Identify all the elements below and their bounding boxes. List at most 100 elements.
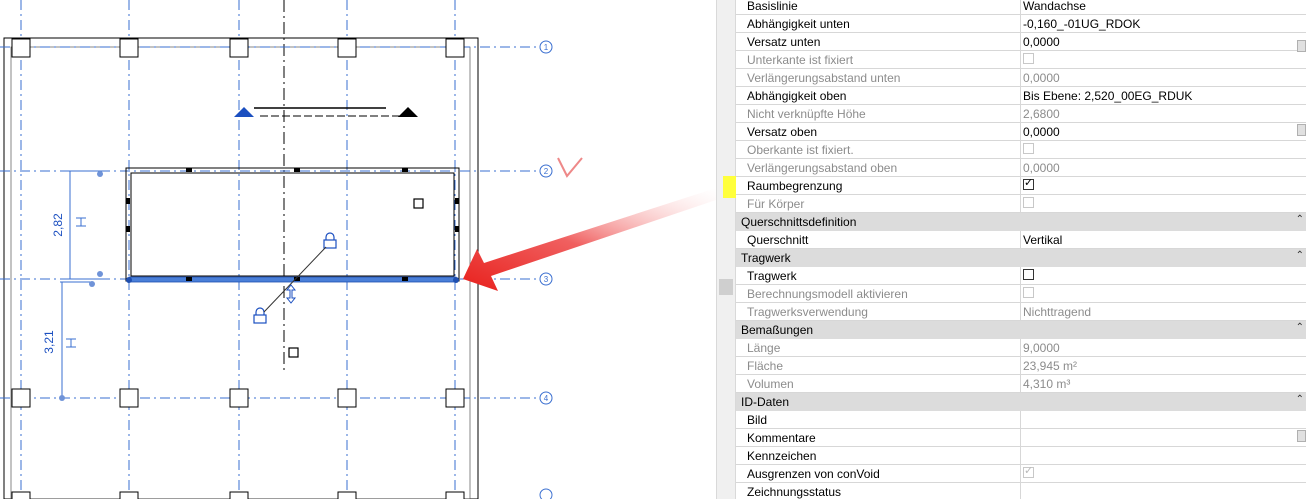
lock-icon[interactable] [253, 307, 267, 324]
property-value-text: 9,0000 [1023, 341, 1060, 355]
property-value[interactable] [1020, 447, 1296, 464]
collapse-chevron-icon[interactable]: ⌃ [1296, 394, 1304, 405]
property-label: Abhängigkeit oben [747, 89, 847, 103]
property-value: Nichttragend [1020, 303, 1296, 320]
property-row[interactable]: Abhängigkeit oben Bis Ebene: 2,520_00EG_R… [736, 87, 1306, 105]
grid-bubble-1[interactable]: 1 [539, 40, 553, 54]
floor-plan-view[interactable]: 1 2 3 4 2,82 3,21 [0, 0, 716, 504]
property-row[interactable]: Länge 9,0000 [736, 339, 1306, 357]
property-checkbox [1023, 197, 1034, 208]
property-value: 23,945 m² [1020, 357, 1296, 374]
panel-splitter[interactable] [716, 0, 736, 499]
group-label: Bemaßungen [741, 323, 814, 337]
collapse-chevron-icon[interactable]: ⌃ [1296, 322, 1304, 333]
value-browse-button[interactable] [1297, 430, 1306, 442]
property-row[interactable]: Kommentare [736, 429, 1306, 447]
property-checkbox [1023, 143, 1034, 154]
group-label: ID-Daten [741, 395, 790, 409]
property-value-text: 0,0000 [1023, 71, 1060, 85]
dimension-text-2[interactable]: 3,21 [42, 330, 56, 354]
property-row[interactable]: Tragwerksverwendung Nichttragend [736, 303, 1306, 321]
property-row[interactable]: Verlängerungsabstand oben 0,0000 [736, 159, 1306, 177]
property-value[interactable] [1020, 267, 1296, 284]
property-checkbox[interactable] [1023, 269, 1034, 280]
property-value-text: 2,6800 [1023, 107, 1060, 121]
property-row[interactable]: Zeichnungsstatus [736, 483, 1306, 499]
property-value[interactable]: Wandachse [1020, 0, 1296, 14]
property-value: 0,0000 [1020, 159, 1296, 176]
property-row[interactable]: Volumen 4,310 m³ [736, 375, 1306, 393]
wall-outline-inner [130, 172, 455, 277]
property-label: Kennzeichen [747, 449, 817, 463]
grid-bubble-3[interactable]: 3 [539, 272, 553, 286]
property-row[interactable]: Nicht verknüpfte Höhe 2,6800 [736, 105, 1306, 123]
property-value[interactable] [1020, 411, 1296, 428]
property-row[interactable]: Abhängigkeit unten -0,160_-01UG_RDOK [736, 15, 1306, 33]
property-value-text: Bis Ebene: 2,520_00EG_RDUK [1023, 89, 1193, 103]
property-label: Oberkante ist fixiert. [747, 143, 854, 157]
property-value[interactable]: 0,0000 [1020, 33, 1296, 50]
property-label: Tragwerksverwendung [747, 305, 868, 319]
property-row[interactable]: Für Körper [736, 195, 1306, 213]
svg-text:3: 3 [544, 275, 549, 284]
collapse-chevron-icon[interactable]: ⌃ [1296, 214, 1304, 225]
property-group-header[interactable]: Querschnittsdefinition ⌃ [736, 213, 1306, 231]
property-value-text: Wandachse [1023, 0, 1086, 13]
property-group-header[interactable]: Tragwerk ⌃ [736, 249, 1306, 267]
property-label: Abhängigkeit unten [747, 17, 850, 31]
property-row[interactable]: Oberkante ist fixiert. [736, 141, 1306, 159]
property-row[interactable]: Versatz unten 0,0000 [736, 33, 1306, 51]
property-row[interactable]: Querschnitt Vertikal [736, 231, 1306, 249]
lock-icon[interactable] [323, 232, 337, 249]
dimension-grips[interactable] [59, 171, 103, 401]
property-value[interactable] [1020, 429, 1296, 446]
property-row[interactable]: Versatz oben 0,0000 [736, 123, 1306, 141]
property-label: Bild [747, 413, 768, 427]
room-tag-marker[interactable] [413, 198, 424, 209]
value-browse-button[interactable] [1297, 124, 1306, 136]
svg-text:2: 2 [544, 167, 549, 176]
property-row[interactable]: Bild [736, 411, 1306, 429]
property-value[interactable]: -0,160_-01UG_RDOK [1020, 15, 1296, 32]
property-value[interactable] [1020, 483, 1296, 499]
property-label: Für Körper [747, 197, 805, 211]
grid-bubble-4[interactable]: 4 [539, 391, 553, 405]
drawing-canvas[interactable]: 1 2 3 4 2,82 3,21 [0, 0, 716, 504]
wall-outline-outer [125, 167, 460, 282]
property-value[interactable]: ✓ [1020, 177, 1296, 194]
property-label: Verlängerungsabstand oben [747, 161, 898, 175]
property-row[interactable]: Ausgrenzen von conVoid ✓ [736, 465, 1306, 483]
property-row[interactable]: Basislinie Wandachse [736, 0, 1306, 15]
room-tag-marker-2[interactable] [288, 347, 299, 358]
value-browse-button[interactable] [1297, 40, 1306, 52]
property-value[interactable]: Bis Ebene: 2,520_00EG_RDUK [1020, 87, 1296, 104]
property-row[interactable]: Tragwerk [736, 267, 1306, 285]
property-group-header[interactable]: ID-Daten ⌃ [736, 393, 1306, 411]
dimension-text-1[interactable]: 2,82 [51, 213, 65, 237]
grid-bubble-2[interactable]: 2 [539, 164, 553, 178]
property-row[interactable]: Kennzeichen [736, 447, 1306, 465]
property-value [1020, 141, 1296, 158]
property-value[interactable]: 0,0000 [1020, 123, 1296, 140]
property-row[interactable]: Fläche 23,945 m² [736, 357, 1306, 375]
property-row[interactable]: Berechnungsmodell aktivieren [736, 285, 1306, 303]
splitter-grip[interactable] [719, 279, 733, 295]
grid-bubble-partial[interactable] [539, 488, 553, 502]
section-symbol[interactable] [234, 107, 418, 117]
flip-arrows-icon[interactable] [285, 284, 297, 304]
property-row[interactable]: Raumbegrenzung ✓ [736, 177, 1306, 195]
property-value[interactable]: Vertikal [1020, 231, 1296, 248]
property-value[interactable]: ✓ [1020, 465, 1296, 482]
property-group-header[interactable]: Bemaßungen ⌃ [736, 321, 1306, 339]
property-checkbox[interactable]: ✓ [1023, 465, 1034, 478]
structural-columns[interactable] [11, 38, 465, 504]
collapse-chevron-icon[interactable]: ⌃ [1296, 250, 1304, 261]
property-value: 4,310 m³ [1020, 375, 1296, 392]
property-row[interactable]: Verlängerungsabstand unten 0,0000 [736, 69, 1306, 87]
property-value-text: 23,945 m² [1023, 359, 1078, 373]
vertical-grid-lines [20, 0, 456, 499]
property-row[interactable]: Unterkante ist fixiert [736, 51, 1306, 69]
property-label: Versatz unten [747, 35, 821, 49]
property-checkbox[interactable]: ✓ [1023, 177, 1034, 190]
property-value [1020, 285, 1296, 302]
